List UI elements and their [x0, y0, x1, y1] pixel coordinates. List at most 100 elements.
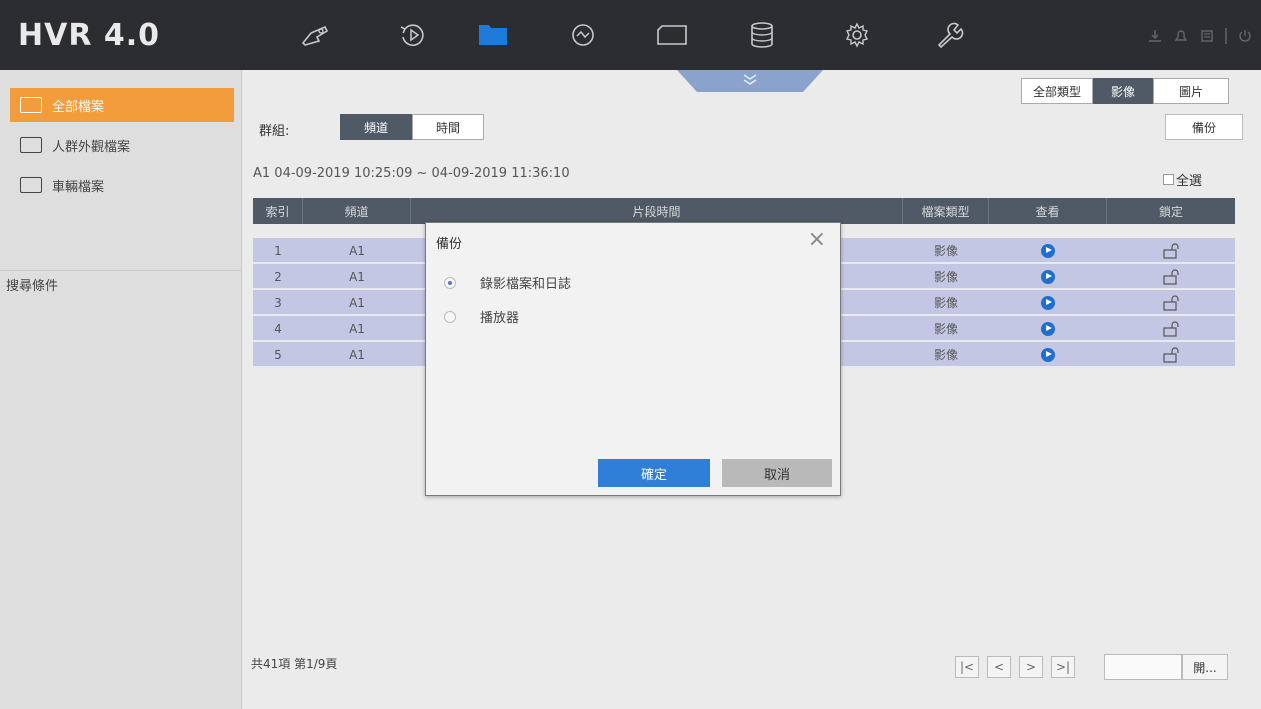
- cell-channel: A1: [349, 243, 365, 258]
- cell-channel: A1: [349, 295, 365, 310]
- type-video-button[interactable]: 影像: [1093, 78, 1153, 104]
- table-header: 索引 頻道 片段時間 檔案類型 查看 鎖定: [253, 198, 1235, 224]
- top-bar: HVR 4.0: [0, 0, 1261, 70]
- cell-channel: A1: [349, 321, 365, 336]
- play-icon[interactable]: [1041, 243, 1055, 258]
- option-player[interactable]: 播放器: [444, 307, 519, 326]
- play-button[interactable]: [989, 316, 1107, 341]
- dialog-title: 備份: [436, 237, 463, 252]
- playback-icon[interactable]: [396, 20, 430, 50]
- app-logo: HVR 4.0: [18, 18, 161, 53]
- play-icon[interactable]: [1041, 269, 1055, 284]
- cell-file-type: 影像: [933, 270, 958, 284]
- unlock-icon: [1163, 242, 1179, 259]
- header-view[interactable]: 查看: [989, 198, 1107, 224]
- checkbox-box[interactable]: [1163, 174, 1174, 185]
- unlock-icon: [1163, 346, 1179, 363]
- file-management-icon[interactable]: [476, 20, 510, 50]
- prev-page-button[interactable]: <: [987, 656, 1011, 678]
- lock-button[interactable]: [1107, 264, 1235, 289]
- display-icon[interactable]: [655, 20, 689, 50]
- header-index[interactable]: 索引: [253, 198, 303, 224]
- radio-button[interactable]: [444, 276, 456, 289]
- lock-button[interactable]: [1107, 238, 1235, 263]
- live-view-icon[interactable]: [298, 20, 332, 50]
- play-icon[interactable]: [1041, 295, 1055, 310]
- cell-file-type: 影像: [933, 244, 958, 258]
- cell-index: 3: [274, 295, 282, 310]
- cell-index: 1: [274, 243, 282, 258]
- lock-button[interactable]: [1107, 342, 1235, 367]
- time-range-text: A1 04-09-2019 10:25:09 ~ 04-09-2019 11:3…: [253, 166, 570, 181]
- status-icons: [1147, 26, 1253, 46]
- header-channel[interactable]: 頻道: [303, 198, 411, 224]
- play-button[interactable]: [989, 238, 1107, 263]
- group-time-button[interactable]: 時間: [412, 114, 484, 140]
- cell-index: 5: [274, 347, 282, 362]
- cell-file-type: 影像: [933, 296, 958, 310]
- separator: [1225, 28, 1227, 44]
- storage-icon[interactable]: [745, 20, 779, 50]
- lock-button[interactable]: [1107, 316, 1235, 341]
- option-video-and-log[interactable]: 錄影檔案和日誌: [444, 273, 571, 292]
- option-label: 播放器: [480, 311, 520, 326]
- select-all-checkbox[interactable]: 全選: [1163, 170, 1202, 189]
- unlock-icon: [1163, 268, 1179, 285]
- sidebar-item-label: 人群外觀檔案: [52, 139, 131, 155]
- cancel-button[interactable]: 取消: [722, 459, 832, 487]
- sidebar-item-human-appearance[interactable]: 人群外觀檔案: [10, 128, 234, 162]
- vehicle-icon: [20, 177, 42, 193]
- lock-button[interactable]: [1107, 290, 1235, 315]
- first-page-button[interactable]: |<: [955, 656, 979, 678]
- header-lock[interactable]: 鎖定: [1107, 198, 1235, 224]
- task-icon[interactable]: [1199, 28, 1215, 44]
- group-label: 群組:: [259, 124, 290, 139]
- search-conditions-label[interactable]: 搜尋條件: [6, 275, 58, 294]
- sidebar-item-vehicle[interactable]: 車輛檔案: [10, 168, 234, 202]
- backup-dialog: 備份 × 錄影檔案和日誌 播放器 確定 取消: [425, 222, 841, 496]
- cell-channel: A1: [349, 347, 365, 362]
- last-page-button[interactable]: >|: [1051, 656, 1075, 678]
- pagination-summary: 共41項 第1/9頁: [251, 657, 338, 671]
- person-icon: [20, 137, 42, 153]
- play-button[interactable]: [989, 290, 1107, 315]
- type-all-button[interactable]: 全部類型: [1021, 78, 1093, 104]
- alarm-icon[interactable]: [1173, 28, 1189, 44]
- sidebar-item-all-files[interactable]: 全部檔案: [10, 88, 234, 122]
- power-icon[interactable]: [1237, 28, 1253, 44]
- cell-index: 4: [274, 321, 282, 336]
- sidebar-item-label: 全部檔案: [52, 99, 105, 115]
- next-page-button[interactable]: >: [1019, 656, 1043, 678]
- folder-icon: [20, 97, 42, 113]
- sidebar: 全部檔案 人群外觀檔案 車輛檔案 搜尋條件: [0, 70, 242, 709]
- download-icon[interactable]: [1147, 28, 1163, 44]
- cell-file-type: 影像: [933, 348, 958, 362]
- sidebar-divider: [0, 270, 242, 271]
- play-button[interactable]: [989, 342, 1107, 367]
- cell-file-type: 影像: [933, 322, 958, 336]
- select-all-label: 全選: [1176, 174, 1203, 189]
- maintenance-icon[interactable]: [932, 20, 966, 50]
- play-button[interactable]: [989, 264, 1107, 289]
- unlock-icon: [1163, 294, 1179, 311]
- sidebar-item-label: 車輛檔案: [52, 179, 105, 195]
- go-page-button[interactable]: 開...: [1182, 654, 1228, 680]
- settings-icon[interactable]: [840, 20, 874, 50]
- unlock-icon: [1163, 320, 1179, 337]
- ok-button[interactable]: 確定: [598, 459, 710, 487]
- smart-analysis-icon[interactable]: [566, 20, 600, 50]
- group-channel-button[interactable]: 頻道: [340, 114, 412, 140]
- cell-index: 2: [274, 269, 282, 284]
- play-icon[interactable]: [1041, 347, 1055, 362]
- page-number-input[interactable]: [1104, 654, 1182, 680]
- radio-button[interactable]: [444, 310, 456, 323]
- header-file-type[interactable]: 檔案類型: [903, 198, 989, 224]
- play-icon[interactable]: [1041, 321, 1055, 336]
- type-picture-button[interactable]: 圖片: [1153, 78, 1229, 104]
- cell-channel: A1: [349, 269, 365, 284]
- header-clip-time[interactable]: 片段時間: [411, 198, 903, 224]
- backup-button[interactable]: 備份: [1165, 114, 1243, 140]
- option-label: 錄影檔案和日誌: [480, 277, 572, 292]
- collapse-toggle[interactable]: [677, 70, 823, 92]
- close-icon[interactable]: ×: [808, 229, 826, 251]
